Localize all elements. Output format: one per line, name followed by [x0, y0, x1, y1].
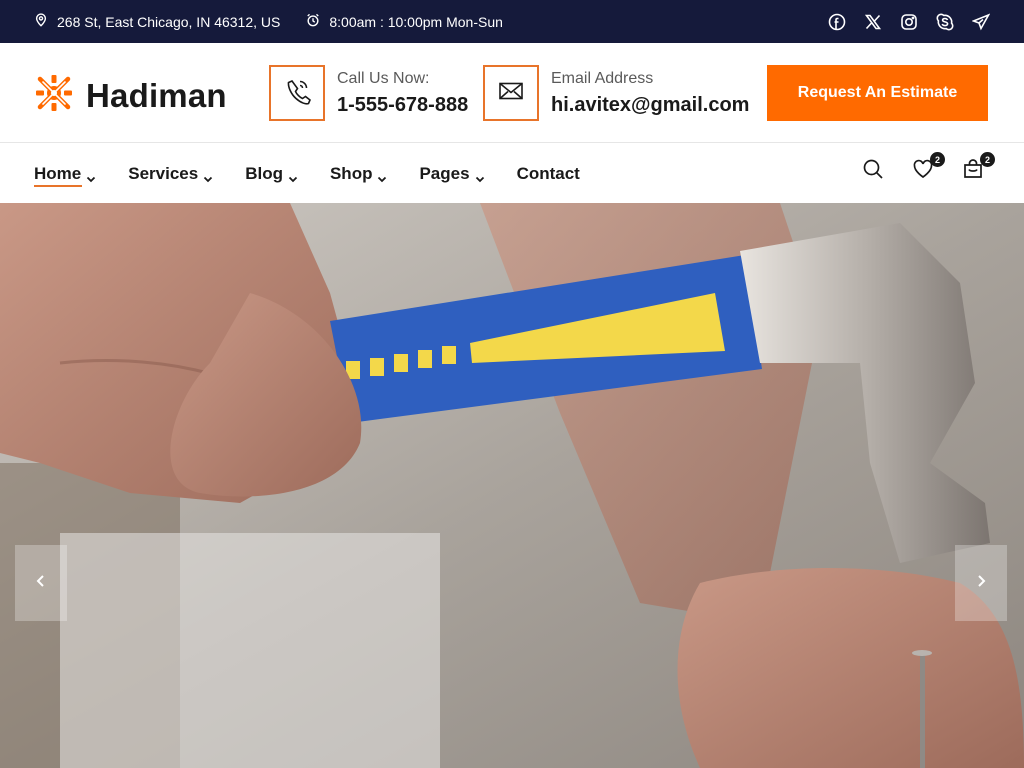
hours-text: 8:00am : 10:00pm Mon-Sun: [329, 13, 503, 30]
site-logo[interactable]: Hadiman: [33, 72, 227, 119]
email-label: Email Address: [551, 69, 654, 87]
site-header: Hadiman Call Us Now: 1-555-678-888 Email…: [0, 43, 1024, 143]
phone-icon: [283, 77, 311, 110]
chevron-down-icon: [377, 169, 387, 182]
email-contact[interactable]: Email Address hi.avitex@gmail.com: [483, 65, 749, 121]
logo-text: Hadiman: [86, 76, 227, 114]
alarm-clock-icon: [306, 13, 329, 30]
top-bar: 268 St, East Chicago, IN 46312, US 8:00a…: [0, 0, 1024, 43]
nav-item-label: Contact: [516, 163, 580, 183]
social-links: [828, 12, 990, 31]
chevron-left-icon: [34, 574, 48, 593]
skype-icon[interactable]: [936, 12, 954, 31]
slider-prev-button[interactable]: [15, 545, 67, 621]
email-address[interactable]: hi.avitex@gmail.com: [551, 94, 749, 117]
address-info: 268 St, East Chicago, IN 46312, US: [34, 13, 280, 30]
nav-item-label: Home: [34, 163, 82, 183]
wishlist-heart-icon[interactable]: 2: [912, 152, 945, 182]
cart-count-badge: 2: [980, 152, 995, 167]
main-navigation: Home Services Blog Shop Pages Contact 2: [0, 144, 1024, 203]
phone-label: Call Us Now:: [337, 69, 430, 87]
nav-item-blog[interactable]: Blog: [245, 144, 298, 203]
facebook-icon[interactable]: [828, 13, 846, 31]
nav-item-label: Services: [128, 163, 199, 183]
chevron-down-icon: [86, 169, 96, 182]
chevron-right-icon: [974, 574, 988, 593]
chevron-down-icon: [203, 169, 213, 182]
header-action-icons: 2 2: [862, 152, 995, 182]
x-icon[interactable]: [864, 13, 882, 31]
nav-item-pages[interactable]: Pages: [419, 144, 484, 203]
instagram-icon[interactable]: [900, 13, 918, 31]
hero-slider: [0, 203, 1024, 768]
nav-item-home[interactable]: Home: [34, 144, 96, 203]
email-icon-box: [483, 65, 539, 121]
nav-item-contact[interactable]: Contact: [517, 144, 580, 203]
phone-icon-box: [269, 65, 325, 121]
envelope-icon: [497, 77, 525, 110]
chevron-down-icon: [475, 169, 485, 182]
nav-item-label: Shop: [329, 163, 373, 183]
request-estimate-button[interactable]: Request An Estimate: [767, 65, 988, 121]
phone-contact[interactable]: Call Us Now: 1-555-678-888: [269, 65, 468, 121]
telegram-icon[interactable]: [972, 13, 990, 31]
phone-number[interactable]: 1-555-678-888: [337, 94, 468, 117]
chevron-down-icon: [288, 169, 298, 182]
address-text: 268 St, East Chicago, IN 46312, US: [57, 13, 281, 30]
hero-image-hammer: [0, 203, 1024, 768]
nav-item-services[interactable]: Services: [128, 144, 213, 203]
nav-item-label: Blog: [245, 163, 283, 183]
search-icon[interactable]: [862, 158, 886, 182]
nav-item-label: Pages: [419, 163, 470, 183]
hours-info: 8:00am : 10:00pm Mon-Sun: [306, 13, 503, 30]
wishlist-count-badge: 2: [930, 152, 945, 167]
slider-next-button[interactable]: [955, 545, 1007, 621]
location-pin-icon: [34, 13, 57, 30]
cart-bag-icon[interactable]: 2: [962, 152, 995, 182]
nav-item-shop[interactable]: Shop: [330, 144, 388, 203]
wrench-screwdriver-logo-icon: [33, 72, 75, 119]
